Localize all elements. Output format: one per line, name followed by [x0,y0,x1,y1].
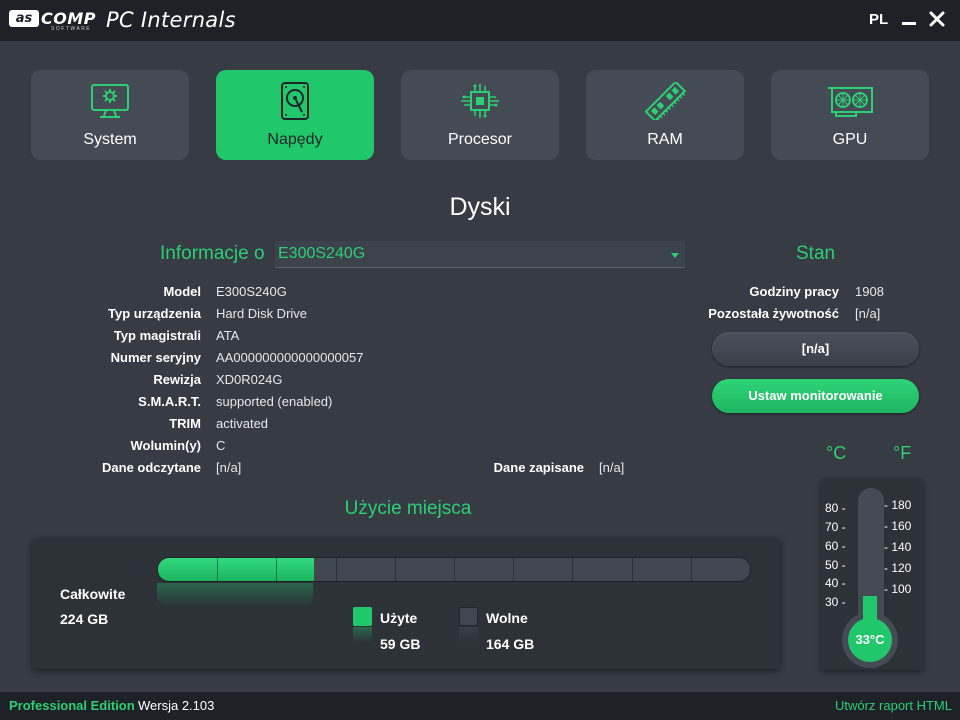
prop-data-read-key: Dane odczytane [102,460,201,475]
close-icon[interactable] [928,10,946,28]
prop-revision-value: XD0R024G [216,372,283,387]
celsius-tick: 60 - [825,539,846,553]
fahrenheit-tick: - 100 [884,582,912,596]
edition-label: Professional Edition [9,698,135,713]
hours-key: Godziny pracy [749,284,839,299]
chevron-down-icon [671,253,679,258]
prop-model-key: Model [163,284,201,299]
prop-serial-key: Numer seryjny [110,350,201,365]
celsius-tick: 80 - [825,501,846,515]
footer-bar: Professional Edition Wersja 2.103 Utwórz… [0,692,960,720]
hard-drive-icon [281,82,309,120]
prop-data-written-key: Dane zapisane [493,460,584,475]
used-label: Użyte [380,610,418,626]
life-key: Pozostała żywotność [708,306,839,321]
monitor-gear-icon [91,84,129,118]
celsius-tick: 70 - [825,520,846,534]
usage-title: Użycie miejsca [344,498,472,519]
prop-volumes-value: C [216,438,226,453]
used-legend-swatch [353,607,372,626]
set-monitoring-button[interactable]: Ustaw monitorowanie [712,379,919,413]
free-value: 164 GB [486,636,535,652]
celsius-tick: 50 - [825,558,846,572]
version-label: Wersja 2.103 [138,698,215,713]
prop-bus-type-key: Typ magistrali [113,328,201,343]
tab-napedy-label: Napędy [267,131,323,148]
tab-gpu-label: GPU [832,131,868,148]
fahrenheit-tick: - 180 [884,498,912,512]
prop-device-type-key: Typ urządzenia [108,306,201,321]
prop-model-value: E300S240G [216,284,287,299]
prop-serial-value: AA000000000000000057 [216,350,364,365]
tab-procesor[interactable]: Procesor [401,70,559,160]
tab-ram[interactable]: RAM [586,70,744,160]
life-value: [n/a] [855,306,881,321]
health-bar: [n/a] [712,332,919,366]
usage-bar-segment-divider [217,558,218,581]
fahrenheit-tick: - 120 [884,561,912,575]
usage-bar-segment-divider [336,558,337,581]
tab-napedy[interactable]: Napędy [216,70,374,160]
usage-bar-segment-divider [454,558,455,581]
fahrenheit-tick: - 160 [884,519,912,533]
used-value: 59 GB [380,636,421,652]
hours-value: 1908 [855,284,884,299]
celsius-tick: 40 - [825,576,846,590]
usage-bar-reflection [157,583,313,607]
drive-select[interactable]: E300S240G [275,241,685,268]
prop-trim-key: TRIM [169,416,201,431]
prop-device-type-value: Hard Disk Drive [216,306,308,321]
usage-bar-segment-divider [513,558,514,581]
total-value: 224 GB [60,611,109,627]
usage-bar-segment-divider [395,558,396,581]
total-label: Całkowite [60,586,126,602]
logo-subtitle: SOFTWARE [51,26,92,32]
fahrenheit-tick: - 140 [884,540,912,554]
usage-bar-segment-divider [572,558,573,581]
prop-data-written-value: [n/a] [599,460,625,475]
prop-volumes-key: Wolumin(y) [130,438,201,453]
free-legend-swatch [459,607,478,626]
page-title: Dyski [449,193,511,221]
create-html-report-link[interactable]: Utwórz raport HTML [835,698,952,713]
logo-mark: as [9,10,39,27]
tab-procesor-label: Procesor [447,131,513,148]
drive-select-value: E300S240G [278,245,366,262]
tab-ram-label: RAM [647,131,683,148]
usage-bar-fill [158,558,314,581]
prop-smart-value: supported (enabled) [216,394,333,409]
graphics-card-icon [828,87,873,117]
tab-system-label: System [83,131,137,148]
fahrenheit-label: °F [893,443,912,463]
info-label: Informacje o [160,243,265,264]
usage-bar-segment-divider [276,558,277,581]
free-label: Wolne [486,610,528,626]
status-title: Stan [796,243,836,264]
prop-revision-key: Rewizja [153,372,201,387]
usage-bar [157,557,751,582]
prop-bus-type-value: ATA [216,328,240,343]
language-button[interactable]: PL [869,11,888,28]
used-legend-reflection [353,627,372,643]
app-title: PC Internals [106,8,236,32]
minimize-icon[interactable] [902,22,916,25]
ascomp-logo: as COMP SOFTWARE [9,9,99,32]
prop-data-read-value: [n/a] [216,460,242,475]
celsius-tick: 30 - [825,595,846,609]
tab-system[interactable]: System [31,70,189,160]
usage-bar-segment-divider [632,558,633,581]
celsius-label: °C [826,443,847,463]
current-temperature: 33°C [848,618,892,662]
title-bar: as COMP SOFTWARE PC Internals PL [0,0,960,41]
cpu-chip-icon [461,84,499,118]
usage-bar-segment-divider [691,558,692,581]
ram-stick-icon [644,82,687,120]
prop-smart-key: S.M.A.R.T. [138,394,201,409]
prop-trim-value: activated [216,416,269,431]
tab-gpu[interactable]: GPU [771,70,929,160]
free-legend-reflection [459,627,478,643]
